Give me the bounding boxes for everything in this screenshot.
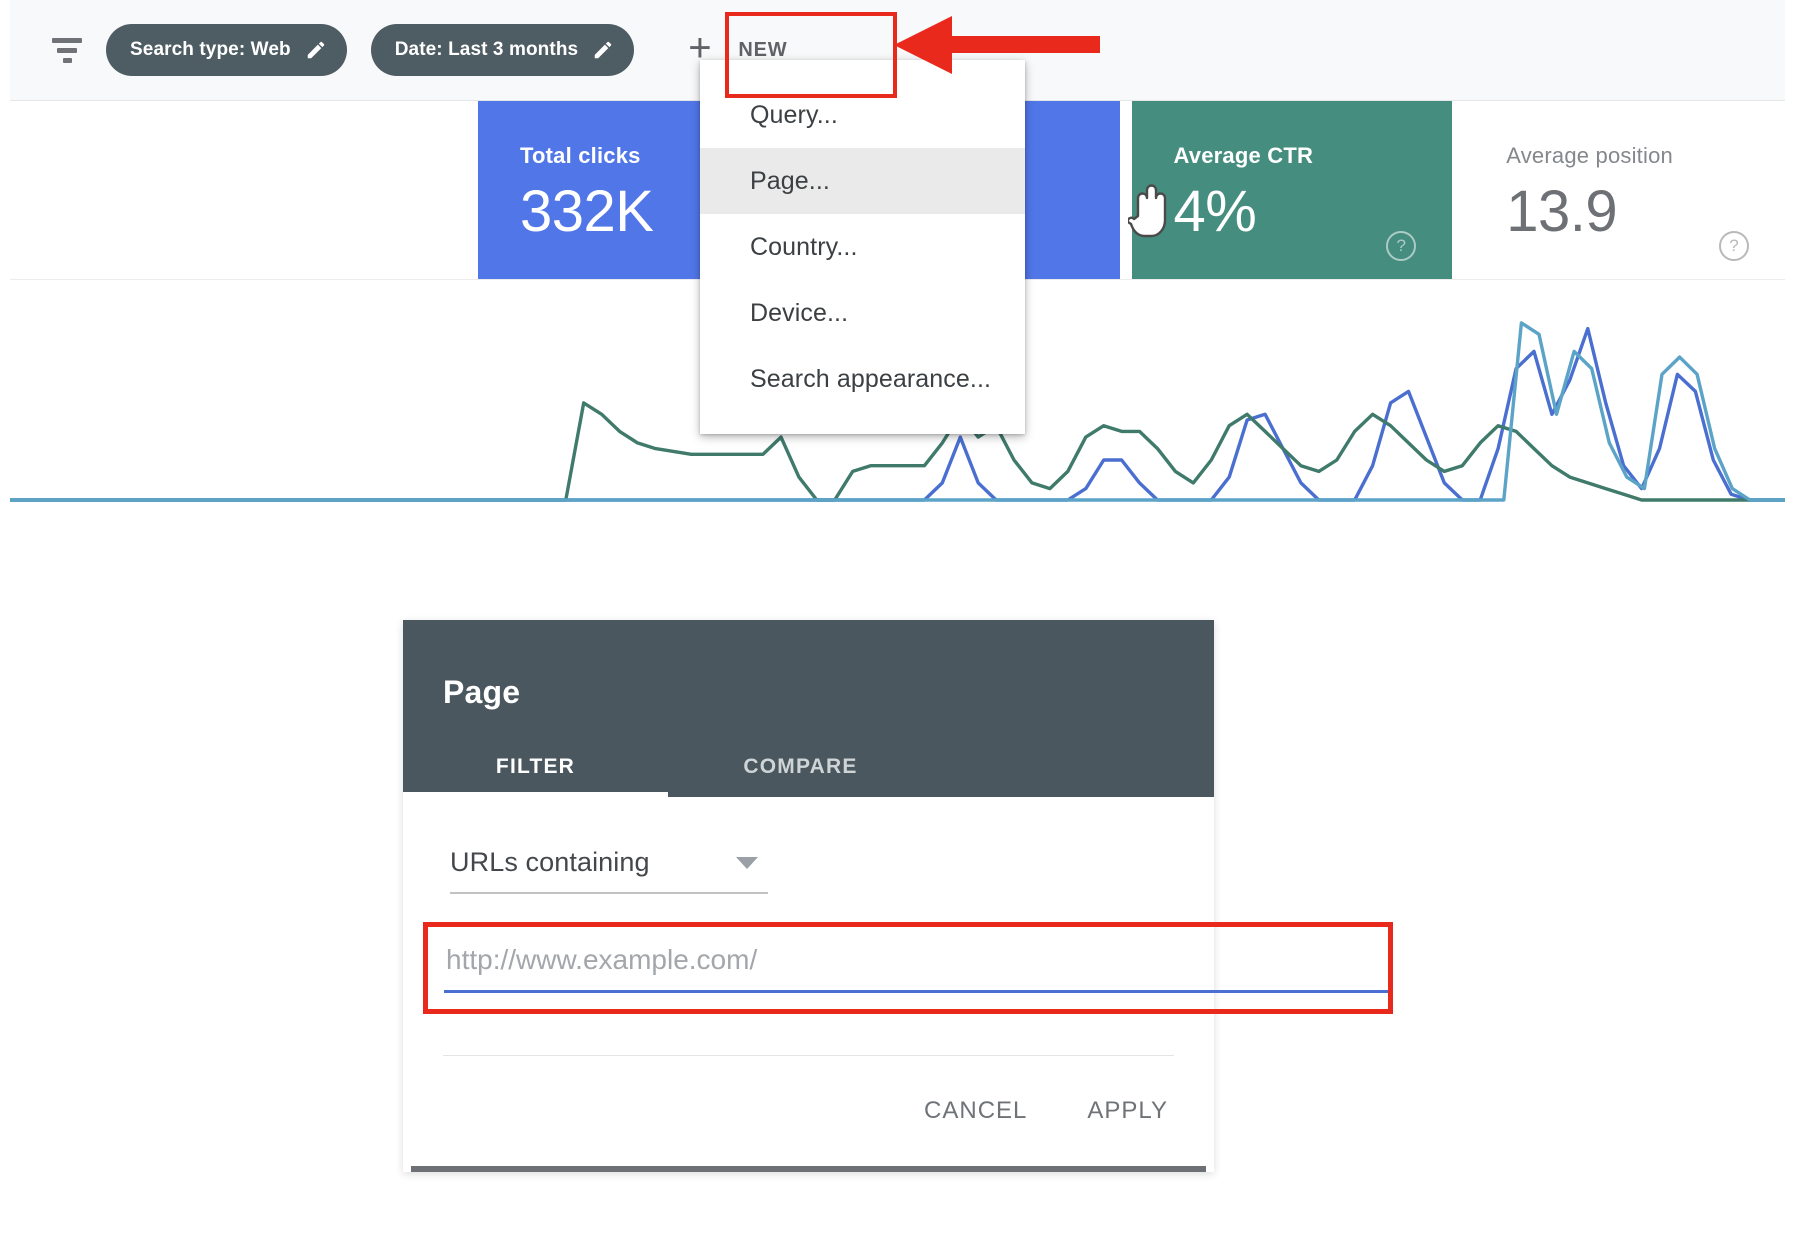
menu-item-country-label: Country... xyxy=(750,232,858,261)
pencil-icon[interactable] xyxy=(592,39,614,61)
new-filter-label: NEW xyxy=(738,38,788,61)
menu-item-device[interactable]: Device... xyxy=(700,280,1025,346)
tab-filter[interactable]: FILTER xyxy=(403,737,668,797)
card-average-position[interactable]: Average position 13.9 ? xyxy=(1464,101,1785,279)
chip-search-type-label: Search type: Web xyxy=(130,39,291,60)
menu-item-search-appearance-label: Search appearance... xyxy=(750,364,992,393)
match-type-select[interactable]: URLs containing xyxy=(450,847,768,894)
chip-date-range[interactable]: Date: Last 3 months xyxy=(370,24,635,76)
card-average-position-label: Average position xyxy=(1506,143,1673,168)
dialog-bottom-bar xyxy=(411,1166,1206,1172)
url-input[interactable] xyxy=(426,938,1391,990)
help-icon[interactable]: ? xyxy=(1386,231,1417,261)
cancel-button[interactable]: CANCEL xyxy=(920,1091,1031,1131)
menu-item-query-label: Query... xyxy=(750,100,838,129)
chip-date-range-label: Date: Last 3 months xyxy=(394,39,579,60)
chip-search-type[interactable]: Search type: Web xyxy=(106,24,347,76)
filter-bar-3 xyxy=(62,57,72,63)
menu-item-device-label: Device... xyxy=(750,298,849,327)
chevron-down-icon[interactable] xyxy=(736,857,758,869)
help-icon[interactable]: ? xyxy=(1719,231,1749,261)
menu-item-query[interactable]: Query... xyxy=(700,82,1025,148)
dialog-title: Page xyxy=(443,674,521,710)
tab-filter-label: FILTER xyxy=(495,755,576,778)
filter-icon[interactable] xyxy=(50,35,84,65)
menu-item-page-label: Page... xyxy=(750,166,830,195)
new-filter-menu[interactable]: Query... Page... Country... Device... Se… xyxy=(700,60,1025,434)
tab-active-indicator xyxy=(403,792,668,797)
dialog-actions: CANCEL APPLY xyxy=(403,1056,1214,1166)
dialog-tabs: FILTER COMPARE xyxy=(403,737,1214,797)
filter-bar-1 xyxy=(52,37,82,43)
dialog-body: URLs containing CANCEL APPLY xyxy=(403,847,1393,1172)
card-average-ctr-value: 4% xyxy=(1173,179,1257,244)
page-filter-dialog: Page FILTER COMPARE URLs containing CANC… xyxy=(403,620,1393,1172)
menu-item-page[interactable]: Page... xyxy=(700,148,1025,214)
card-average-position-value: 13.9 xyxy=(1506,179,1618,244)
apply-button[interactable]: APPLY xyxy=(1083,1091,1172,1131)
menu-item-search-appearance[interactable]: Search appearance... xyxy=(700,346,1025,412)
url-input-wrapper xyxy=(423,922,1393,1014)
pencil-icon[interactable] xyxy=(305,39,327,61)
card-average-ctr-label: Average CTR xyxy=(1173,143,1314,168)
menu-item-country[interactable]: Country... xyxy=(700,214,1025,280)
tab-compare-label: COMPARE xyxy=(743,755,858,778)
filter-bar-2 xyxy=(57,47,77,53)
tab-compare[interactable]: COMPARE xyxy=(668,737,933,797)
card-average-ctr[interactable]: Average CTR 4% ? xyxy=(1131,101,1453,279)
search-console-panel: Search type: Web Date: Last 3 months + N… xyxy=(10,0,1785,533)
url-input-focus-underline xyxy=(444,990,1391,993)
match-type-select-value: URLs containing xyxy=(450,847,650,877)
dialog-header: Page FILTER COMPARE xyxy=(403,620,1214,797)
